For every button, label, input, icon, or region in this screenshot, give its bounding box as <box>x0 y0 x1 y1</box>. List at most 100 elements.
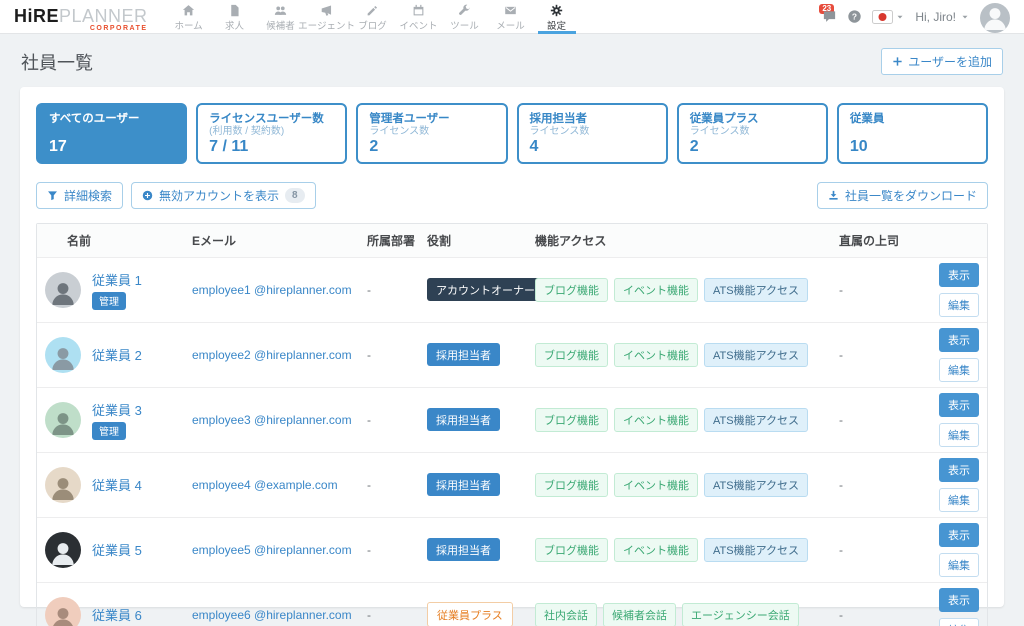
nav-item-candidates[interactable]: 候補者 <box>258 0 304 33</box>
nav-item-tools[interactable]: ツール <box>442 0 488 33</box>
person-icon <box>48 343 78 373</box>
user-menu[interactable]: Hi, Jiro! <box>915 10 970 24</box>
nav-item-label: メール <box>496 21 525 32</box>
employee-email-cell: employee4 @example.com <box>182 478 357 492</box>
nav-item-label: イベント <box>399 21 438 32</box>
column-header-1: Eメール <box>192 233 237 248</box>
employee-name-link[interactable]: 従業員 2 <box>92 348 142 363</box>
employee-email-link[interactable]: employee2 @hireplanner.com <box>192 348 352 362</box>
role-cell: 採用担当者 <box>417 473 525 497</box>
view-button[interactable]: 表示 <box>939 392 979 417</box>
brand-logo[interactable]: HiRE PLANNER CORPORATE <box>14 0 148 33</box>
stat-card-value: 7 / 11 <box>209 138 249 156</box>
table-row: 従業員 3 管理 employee3 @hireplanner.com - 採用担当者 ブ… <box>37 386 987 452</box>
chat-icon[interactable] <box>822 9 837 24</box>
table-row: 従業員 2 employee2 @hireplanner.com - 採用担当者 ブログ… <box>37 321 987 387</box>
feature-access-cell: 社内会話 候補者会話 エージェンシー会話 <box>525 602 829 626</box>
feature-access-cell: ブログ機能 イベント機能 ATS機能アクセス <box>525 537 829 562</box>
feature-badge: ATS機能アクセス <box>704 472 809 497</box>
employee-name-cell: 従業員 3 管理 <box>37 400 182 440</box>
main-nav: ホーム 求人 候補者 エージェント ブログ イベント ツール メール 設定 <box>166 0 580 34</box>
stat-card-title: すべてのユーザー <box>49 113 140 125</box>
employee-name-block: 従業員 4 <box>92 475 142 494</box>
stat-card-employee-plus[interactable]: 従業員プラス ライセンス数 2 <box>676 103 828 164</box>
stat-card-value: 2 <box>369 138 379 156</box>
stat-card-subtitle: ライセンス数 <box>689 126 750 138</box>
edit-button[interactable]: 編集 <box>939 617 979 626</box>
add-user-button[interactable]: ユーザーを追加 <box>881 48 1003 75</box>
nav-item-settings[interactable]: 設定 <box>534 0 580 34</box>
chevron-down-icon <box>895 12 905 22</box>
nav-item-home[interactable]: ホーム <box>166 0 212 33</box>
edit-button[interactable]: 編集 <box>939 487 979 512</box>
nav-item-mail[interactable]: メール <box>488 0 534 33</box>
view-button[interactable]: 表示 <box>939 327 979 352</box>
employee-name-link[interactable]: 従業員 5 <box>92 543 142 558</box>
feature-badge: ブログ機能 <box>535 537 608 562</box>
edit-button[interactable]: 編集 <box>939 357 979 382</box>
view-button[interactable]: 表示 <box>939 587 979 612</box>
stat-card-license-users[interactable]: ライセンスユーザー数 (利用数 / 契約数) 7 / 11 <box>196 103 348 164</box>
edit-button[interactable]: 編集 <box>939 292 979 317</box>
stat-card-value: 10 <box>849 138 868 156</box>
employee-table: 名前 Eメール 所属部署 役割 機能アクセス 直属の上司 従業員 1 管理 employee1… <box>36 222 988 626</box>
nav-item-agents[interactable]: エージェント <box>298 0 355 33</box>
view-button[interactable]: 表示 <box>939 457 979 482</box>
employee-avatar <box>45 596 81 626</box>
employee-email-cell: employee3 @hireplanner.com <box>182 413 357 427</box>
show-disabled-accounts-button[interactable]: 無効アカウントを表示 8 <box>131 181 316 209</box>
feature-badge: ブログ機能 <box>535 407 608 432</box>
view-button[interactable]: 表示 <box>939 262 979 287</box>
stat-card-title: 採用担当者 <box>529 113 588 125</box>
employee-list-card: すべてのユーザー 17 ライセンスユーザー数 (利用数 / 契約数) 7 / 11 管理者… <box>20 87 1004 626</box>
employee-name-block: 従業員 2 <box>92 345 142 364</box>
employee-name-link[interactable]: 従業員 6 <box>92 608 142 623</box>
feature-access-cell: ブログ機能 イベント機能 ATS機能アクセス <box>525 472 829 497</box>
employee-name-link[interactable]: 従業員 3 <box>92 403 142 418</box>
nav-item-label: 設定 <box>547 21 567 32</box>
employee-name-cell: 従業員 5 <box>37 531 182 568</box>
file-icon <box>228 4 241 17</box>
download-employee-list-button[interactable]: 社員一覧をダウンロード <box>816 181 988 209</box>
edit-button[interactable]: 編集 <box>939 422 979 447</box>
help-icon[interactable]: ? <box>847 9 862 24</box>
stat-card-subtitle: ライセンス数 <box>369 126 430 138</box>
employee-name-link[interactable]: 従業員 1 <box>92 273 142 288</box>
view-button[interactable]: 表示 <box>939 522 979 547</box>
employee-name-link[interactable]: 従業員 4 <box>92 478 142 493</box>
chevron-down-icon <box>960 12 970 22</box>
feature-badge: イベント機能 <box>614 537 698 562</box>
employee-email-link[interactable]: employee5 @hireplanner.com <box>192 543 352 557</box>
plus-icon <box>892 56 903 67</box>
japan-flag-icon <box>872 9 894 24</box>
stat-card-title: 従業員プラス <box>689 113 759 125</box>
employee-avatar <box>45 401 81 438</box>
department-cell: - <box>367 282 371 297</box>
nav-item-blog[interactable]: ブログ <box>350 0 396 33</box>
row-actions: 表示編集 <box>929 457 987 512</box>
employee-email-link[interactable]: employee6 @hireplanner.com <box>192 608 352 622</box>
person-icon <box>48 538 78 568</box>
employee-email-link[interactable]: employee3 @hireplanner.com <box>192 413 352 427</box>
stat-card-employees[interactable]: 従業員 10 <box>836 103 989 164</box>
advanced-search-button[interactable]: 詳細検索 <box>36 181 124 209</box>
plus-circle-icon <box>142 190 153 201</box>
feature-badge: エージェンシー会話 <box>682 602 799 626</box>
stat-card-admin-users[interactable]: 管理者ユーザー ライセンス数 2 <box>356 103 508 164</box>
pencil-icon <box>366 4 379 17</box>
nav-item-events[interactable]: イベント <box>396 0 442 33</box>
stat-card-recruiters[interactable]: 採用担当者 ライセンス数 4 <box>516 103 668 164</box>
edit-button[interactable]: 編集 <box>939 552 979 577</box>
stat-card-all-users[interactable]: すべてのユーザー 17 <box>36 103 188 164</box>
feature-badge: イベント機能 <box>614 407 698 432</box>
nav-item-jobs[interactable]: 求人 <box>212 0 258 33</box>
table-row: 従業員 4 employee4 @example.com - 採用担当者 ブログ機能 イベ… <box>37 451 987 517</box>
employee-email-cell: employee2 @hireplanner.com <box>182 348 357 362</box>
column-header-3: 役割 <box>427 233 452 248</box>
language-selector[interactable] <box>872 9 905 24</box>
employee-email-link[interactable]: employee4 @example.com <box>192 478 338 492</box>
employee-name-block: 従業員 3 管理 <box>92 400 142 440</box>
employee-email-link[interactable]: employee1 @hireplanner.com <box>192 283 352 297</box>
user-avatar[interactable] <box>980 2 1010 33</box>
employee-name-block: 従業員 1 管理 <box>92 270 142 310</box>
